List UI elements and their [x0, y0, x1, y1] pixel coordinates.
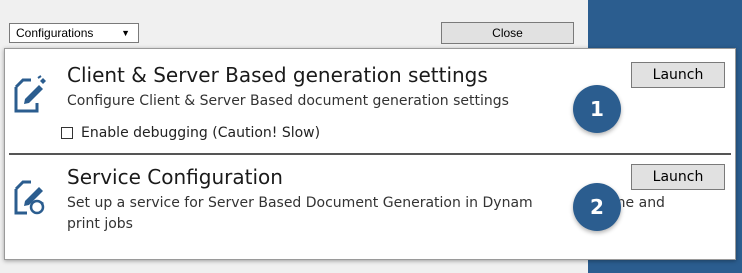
launch-button[interactable]: Launch [631, 62, 725, 88]
section-title: Client & Server Based generation setting… [67, 63, 488, 87]
chevron-down-icon: ▼ [121, 28, 130, 38]
dropdown-value: Configurations [16, 26, 94, 40]
enable-debugging-checkbox[interactable] [61, 127, 73, 139]
top-toolbar: Configurations ▼ Close [0, 0, 588, 48]
step-badge: 1 [573, 85, 621, 133]
service-configuration-section: Service Configuration Set up a service f… [5, 155, 735, 259]
step-badge: 2 [573, 183, 621, 231]
document-refresh-icon [14, 180, 45, 215]
launch-button[interactable]: Launch [631, 164, 725, 190]
client-server-section: Client & Server Based generation setting… [5, 49, 735, 153]
configuration-dialog: Client & Server Based generation setting… [4, 48, 736, 260]
close-button[interactable]: Close [441, 22, 574, 44]
checkbox-label: Enable debugging (Caution! Slow) [81, 125, 321, 141]
description-line1: Set up a service for Server Based Docume… [67, 195, 533, 211]
document-edit-icon [14, 75, 46, 113]
section-title: Service Configuration [67, 165, 283, 189]
enable-debugging-row[interactable]: Enable debugging (Caution! Slow) [61, 125, 320, 141]
section-description: Configure Client & Server Based document… [67, 93, 509, 109]
configurations-dropdown[interactable]: Configurations ▼ [9, 23, 139, 43]
